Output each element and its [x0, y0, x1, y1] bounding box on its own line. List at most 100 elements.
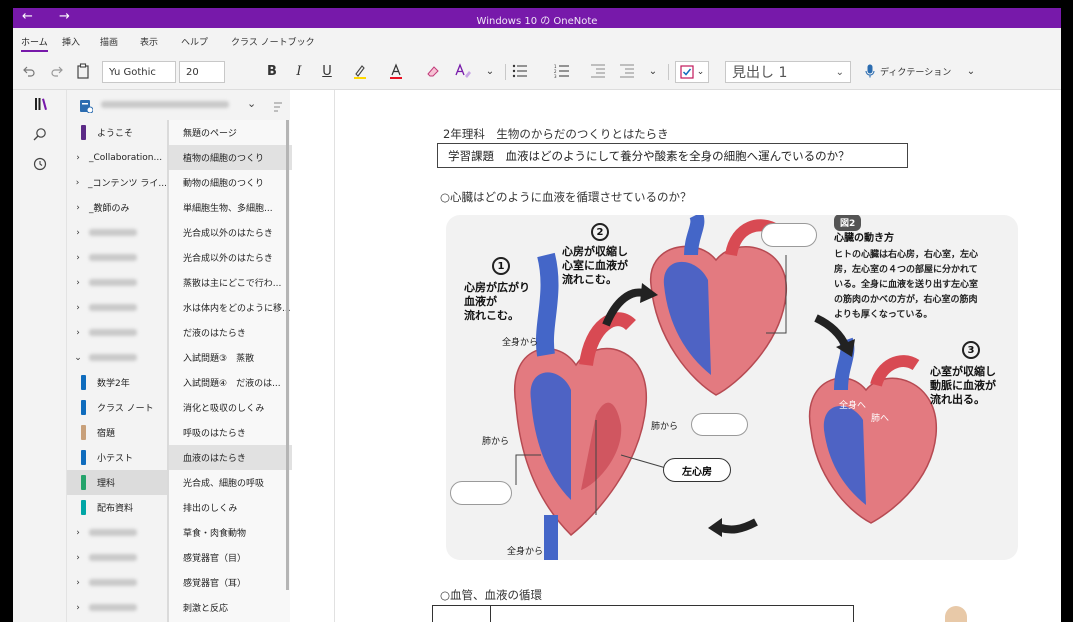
font-size-box[interactable]: 20 — [179, 61, 225, 83]
pages-scrollbar[interactable] — [286, 120, 289, 590]
question-vessels[interactable]: ○血管、血液の循環 — [440, 587, 542, 603]
section-item[interactable]: › — [67, 270, 167, 295]
section-item[interactable]: クラス ノート — [67, 395, 167, 420]
answer-blank-2[interactable] — [691, 413, 748, 436]
chevron-right-icon[interactable]: › — [67, 153, 89, 163]
page-item[interactable]: 血液のはたらき — [169, 445, 292, 470]
section-label: 数学2年 — [97, 379, 130, 389]
section-item[interactable]: 小テスト — [67, 445, 167, 470]
bullets-icon[interactable] — [512, 61, 528, 81]
outdent-icon[interactable] — [590, 61, 606, 81]
answer-blank-1[interactable] — [761, 223, 817, 247]
section-item[interactable]: 配布資料 — [67, 495, 167, 520]
chevron-right-icon[interactable]: › — [67, 303, 89, 313]
tab-class-notebook[interactable]: クラス ノートブック — [231, 35, 315, 48]
section-item[interactable]: › — [67, 245, 167, 270]
page-item[interactable]: 植物の細胞のつくり — [169, 145, 292, 170]
section-item[interactable]: › — [67, 545, 167, 570]
chevron-right-icon[interactable]: › — [67, 278, 89, 288]
chevron-right-icon[interactable]: › — [67, 603, 89, 613]
recent-clock-icon[interactable] — [33, 157, 47, 175]
section-item[interactable]: ようこそ — [67, 120, 167, 145]
answer-blank-3[interactable] — [450, 481, 512, 505]
chevron-right-icon[interactable]: › — [67, 553, 89, 563]
chevron-down-icon[interactable]: ⌄ — [67, 353, 89, 363]
chevron-down-icon[interactable]: ⌄ — [484, 61, 496, 81]
page-item[interactable]: 蒸散は主にどこで行わ... — [169, 270, 292, 295]
tab-insert[interactable]: 挿入 — [62, 35, 80, 48]
tab-view[interactable]: 表示 — [140, 35, 158, 48]
section-item[interactable]: › — [67, 595, 167, 620]
chevron-down-icon[interactable]: ⌄ — [647, 61, 659, 81]
section-item[interactable]: 数学2年 — [67, 370, 167, 395]
chevron-right-icon[interactable]: › — [67, 328, 89, 338]
chevron-right-icon[interactable]: › — [67, 578, 89, 588]
font-name-box[interactable]: Yu Gothic — [102, 61, 176, 83]
section-item[interactable]: 宿題 — [67, 420, 167, 445]
section-item[interactable]: › — [67, 570, 167, 595]
page-item[interactable]: 無題のページ — [169, 120, 292, 145]
page-item[interactable]: 感覚器官（耳） — [169, 570, 292, 595]
page-canvas[interactable]: 2年理科 生物のからだのつくりとはたらき 学習課題 血液はどのようにして養分や酸… — [335, 90, 1061, 622]
underline-button[interactable]: U — [320, 61, 334, 81]
table-cell[interactable] — [433, 606, 491, 622]
learning-topic-box[interactable]: 学習課題 血液はどのようにして養分や酸素を全身の細胞へ運んでいるのか？ — [437, 143, 908, 168]
italic-button[interactable]: I — [292, 61, 306, 81]
sort-icon[interactable] — [273, 98, 283, 117]
page-item[interactable]: 感覚器官（目） — [169, 545, 292, 570]
tab-help[interactable]: ヘルプ — [181, 35, 208, 48]
section-item[interactable]: › _教師のみ — [67, 195, 167, 220]
section-item[interactable]: › — [67, 520, 167, 545]
tab-draw[interactable]: 描画 — [100, 35, 118, 48]
figure-heading: 心臓の動き方 — [834, 233, 894, 244]
chevron-right-icon[interactable]: › — [67, 253, 89, 263]
text-effects-icon[interactable] — [454, 61, 472, 81]
navigation-rail — [13, 90, 67, 622]
page-item[interactable]: 光合成、細胞の呼吸 — [169, 470, 292, 495]
page-item[interactable]: 水は体内をどのように移... — [169, 295, 292, 320]
indent-icon[interactable] — [619, 61, 635, 81]
page-item[interactable]: 消化と吸収のしくみ — [169, 395, 292, 420]
page-item[interactable]: 呼吸のはたらき — [169, 420, 292, 445]
question-heart[interactable]: ○心臓はどのように血液を循環させているのか？ — [440, 189, 692, 205]
page-item[interactable]: 排出のしくみ — [169, 495, 292, 520]
page-item[interactable]: 単細胞生物、多細胞... — [169, 195, 292, 220]
font-color-icon[interactable] — [388, 61, 404, 81]
chevron-right-icon[interactable]: › — [67, 178, 88, 188]
search-icon[interactable] — [33, 127, 47, 145]
chevron-right-icon[interactable]: › — [67, 528, 89, 538]
page-item[interactable]: 光合成以外のはたらき — [169, 220, 292, 245]
section-item[interactable]: › _Collaboration... — [67, 145, 167, 170]
eraser-icon[interactable] — [425, 61, 441, 81]
chevron-right-icon[interactable]: › — [67, 228, 89, 238]
section-item[interactable]: › — [67, 320, 167, 345]
highlighter-icon[interactable] — [352, 61, 368, 81]
style-dropdown[interactable]: 見出し 1 ⌄ — [725, 61, 851, 83]
section-item[interactable]: › — [67, 220, 167, 245]
tag-checkbox-dropdown[interactable]: ⌄ — [675, 61, 709, 83]
bold-button[interactable]: B — [265, 61, 279, 81]
clipboard-icon[interactable] — [75, 61, 91, 81]
tab-home[interactable]: ホーム — [21, 35, 48, 52]
note-table[interactable] — [432, 605, 854, 622]
dictation-button[interactable]: ディクテーション — [865, 61, 961, 81]
notebooks-icon[interactable] — [34, 97, 48, 115]
page-item[interactable]: 刺激と反応 — [169, 595, 292, 620]
subject-heading[interactable]: 2年理科 生物のからだのつくりとはたらき — [443, 126, 669, 142]
numbering-icon[interactable]: 123 — [554, 61, 570, 81]
notebook-switcher[interactable]: ⌄ — [67, 90, 290, 120]
undo-icon[interactable] — [21, 61, 37, 81]
page-item[interactable]: 草食・肉食動物 — [169, 520, 292, 545]
chevron-right-icon[interactable]: › — [67, 203, 89, 213]
section-item[interactable]: 理科 — [67, 470, 167, 495]
page-item[interactable]: 光合成以外のはたらき — [169, 245, 292, 270]
redo-icon[interactable] — [49, 61, 65, 81]
chevron-down-icon[interactable]: ⌄ — [965, 61, 977, 81]
section-item[interactable]: ⌄ — [67, 345, 167, 370]
section-item[interactable]: › _コンテンツ ライ... — [67, 170, 167, 195]
page-item[interactable]: 入試問題③ 蒸散 — [169, 345, 292, 370]
page-item[interactable]: 動物の細胞のつくり — [169, 170, 292, 195]
section-item[interactable]: › — [67, 295, 167, 320]
page-item[interactable]: 入試問題④ だ液のは... — [169, 370, 292, 395]
page-item[interactable]: だ液のはたらき — [169, 320, 292, 345]
